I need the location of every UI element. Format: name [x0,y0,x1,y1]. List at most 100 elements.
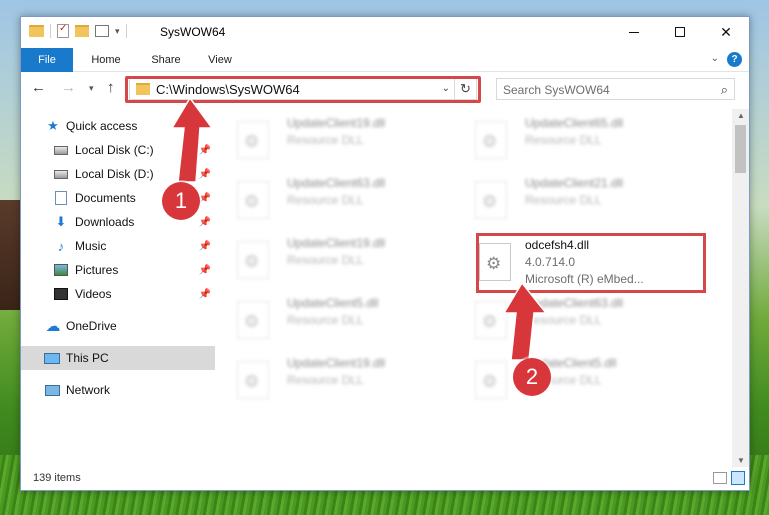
onedrive-icon: ☁ [45,318,61,335]
separator [50,24,51,38]
navigation-bar: ← → ▾ ↑ C:\Windows\SysWOW64 ⌄ ↻ Search S… [21,73,749,105]
dll-file-icon [475,301,507,339]
file-description: Resource DLL [287,133,364,147]
step-2-badge: 2 [513,358,551,396]
properties-icon[interactable] [57,23,69,38]
tab-home[interactable]: Home [81,48,131,72]
large-icons-view-icon[interactable] [731,471,745,485]
minimize-button[interactable] [611,17,657,47]
file-name: UpdateClient63.dll [287,176,386,190]
pin-icon[interactable]: 📌 [199,217,211,228]
sidebar-item-videos[interactable]: Videos 📌 [21,282,215,306]
sidebar-item-onedrive[interactable]: ☁ OneDrive [21,314,215,338]
sidebar-item-label: Pictures [75,263,119,277]
details-view-icon[interactable] [713,472,727,484]
file-description: Resource DLL [525,313,602,327]
dll-file-icon [237,301,269,339]
documents-icon [55,191,67,205]
close-button[interactable]: ✕ [703,17,749,47]
pin-icon[interactable]: 📌 [199,265,211,276]
sidebar-item-label: This PC [66,351,109,365]
navigation-pane: ★ Quick access Local Disk (C:) 📌 Local D… [21,114,215,468]
window-title: SysWOW64 [160,25,226,39]
ribbon-tabs: File Home Share View ⌄ ? [21,48,749,72]
tab-file[interactable]: File [21,48,73,72]
file-item[interactable]: UpdateClient5.dll Resource DLL [217,293,443,345]
search-icon[interactable]: ⌕ [721,82,728,98]
title-bar: ▾ SysWOW64 ✕ [21,17,749,48]
file-item[interactable]: UpdateClient65.dll Resource DLL [455,113,681,165]
maximize-icon [675,27,685,37]
dll-file-icon [237,241,269,279]
dll-file-icon [475,181,507,219]
status-bar: 139 items [21,468,749,490]
file-description: Resource DLL [287,253,364,267]
sidebar-item-label: Documents [75,191,136,205]
file-item[interactable]: UpdateClient63.dll Resource DLL [455,293,681,345]
sidebar-item-label: OneDrive [66,319,117,333]
pictures-icon [54,264,68,276]
back-arrow-icon[interactable]: ← [31,79,46,96]
file-name: UpdateClient65.dll [525,116,624,130]
pin-icon[interactable]: 📌 [199,241,211,252]
file-name: UpdateClient19.dll [287,356,386,370]
pin-icon[interactable]: 📌 [199,193,211,204]
explorer-window: ▾ SysWOW64 ✕ File Home Share View ⌄ ? ← … [20,16,750,491]
dll-file-icon [237,121,269,159]
new-folder-icon[interactable] [75,25,89,37]
folder-icon [29,25,44,37]
minimize-icon [629,31,639,33]
maximize-button[interactable] [657,17,703,47]
sidebar-item-pictures[interactable]: Pictures 📌 [21,258,215,282]
search-input[interactable]: Search SysWOW64 ⌕ [496,78,735,100]
forward-arrow-icon[interactable]: → [61,79,76,96]
dll-file-icon [475,361,507,399]
pin-icon[interactable]: 📌 [199,145,211,156]
dll-file-icon [237,181,269,219]
scroll-up-icon[interactable]: ▲ [737,111,745,120]
sidebar-item-music[interactable]: ♪ Music 📌 [21,234,215,258]
sidebar-item-local-disk-c[interactable]: Local Disk (C:) 📌 [21,138,215,162]
pc-icon [44,352,60,364]
file-highlight [476,233,706,293]
search-placeholder: Search SysWOW64 [503,83,610,97]
step-1-badge: 1 [162,182,200,220]
scrollbar-thumb[interactable] [735,125,746,173]
file-item[interactable]: UpdateClient63.dll Resource DLL [217,173,443,225]
network-icon [45,384,60,396]
file-item[interactable]: UpdateClient19.dll Resource DLL [217,233,443,285]
file-description: Resource DLL [525,193,602,207]
view-icon[interactable] [95,25,109,37]
customize-toolbar-icon[interactable]: ▾ [115,26,120,37]
file-item[interactable]: UpdateClient5.dll Resource DLL [455,353,681,405]
chevron-down-icon[interactable]: ⌄ [711,53,719,64]
file-item[interactable]: UpdateClient19.dll Resource DLL [217,113,443,165]
dll-file-icon [475,121,507,159]
separator [125,24,127,38]
file-description: Resource DLL [525,133,602,147]
sidebar-item-label: Music [75,239,107,253]
item-count: 139 items [33,472,81,484]
sidebar-item-network[interactable]: Network [21,378,215,402]
pin-icon[interactable]: 📌 [199,169,211,180]
file-description: Resource DLL [287,193,364,207]
tab-share[interactable]: Share [141,48,191,72]
file-item[interactable]: UpdateClient21.dll Resource DLL [455,173,681,225]
quick-access-toolbar: ▾ [29,23,127,38]
file-item[interactable]: UpdateClient19.dll Resource DLL [217,353,443,405]
close-icon: ✕ [720,23,732,40]
address-bar-highlight [125,76,481,103]
drive-icon [54,145,68,155]
help-icon[interactable]: ? [727,52,742,67]
recent-locations-icon[interactable]: ▾ [89,83,94,94]
file-description: Resource DLL [287,373,364,387]
pin-icon[interactable]: 📌 [199,289,211,300]
vertical-scrollbar[interactable]: ▲ ▼ [732,109,749,467]
file-name: UpdateClient5.dll [287,296,379,310]
tab-view[interactable]: View [196,48,244,72]
sidebar-item-quick-access[interactable]: ★ Quick access [21,114,215,138]
drive-icon [54,169,68,179]
scroll-down-icon[interactable]: ▼ [737,456,745,465]
sidebar-item-this-pc[interactable]: This PC [21,346,215,370]
up-arrow-icon[interactable]: ↑ [107,79,115,96]
